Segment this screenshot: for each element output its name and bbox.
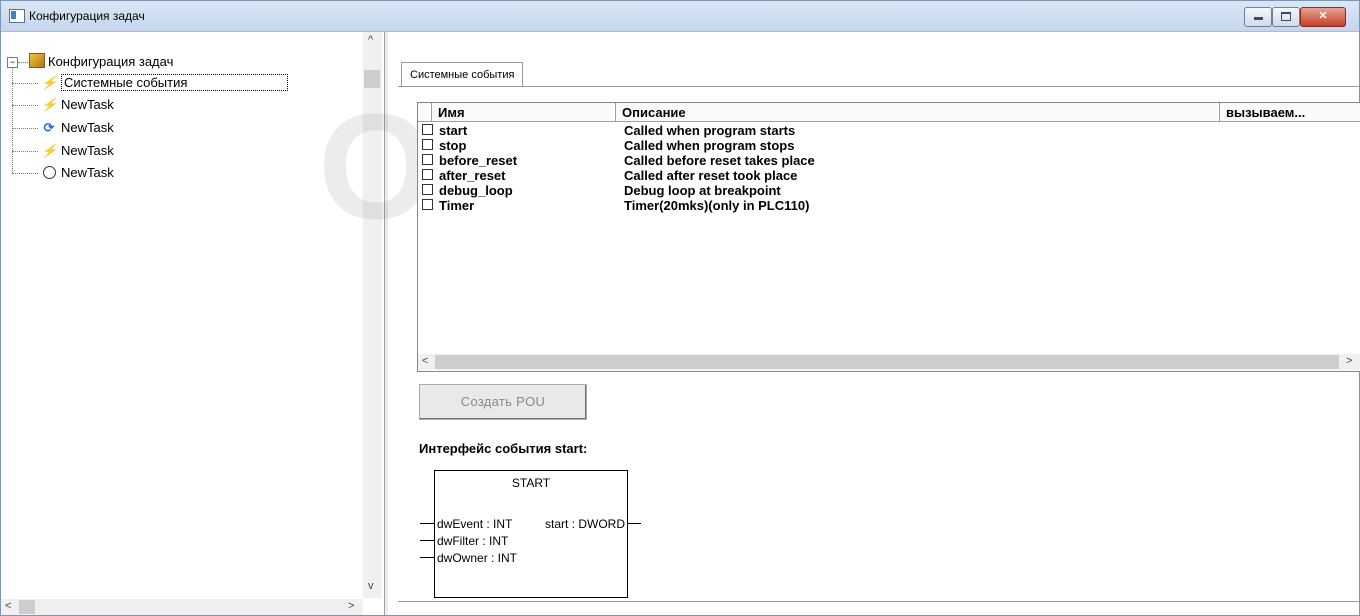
event-checkbox[interactable]	[422, 184, 433, 195]
column-name[interactable]: Имя	[432, 103, 616, 122]
lightning-icon: ⚡	[41, 143, 58, 158]
collapse-icon[interactable]: −	[7, 57, 18, 68]
scroll-left-icon[interactable]: <	[422, 355, 428, 367]
scroll-thumb[interactable]	[19, 600, 35, 614]
tree-horizontal-scrollbar[interactable]: < >	[1, 599, 363, 615]
close-icon: ✕	[1318, 10, 1328, 22]
event-description: Debug loop at breakpoint	[624, 183, 781, 198]
column-called[interactable]: вызываем...	[1220, 103, 1360, 122]
input-pin: dwFilter : INT	[437, 534, 509, 548]
scroll-left-icon[interactable]: <	[5, 600, 11, 612]
events-list[interactable]: Имя Описание вызываем... start Called wh…	[417, 102, 1360, 372]
tree-item-label: NewTask	[61, 120, 114, 135]
event-description: Timer(20mks)(only in PLC110)	[624, 198, 810, 213]
lightning-icon: ⚡	[41, 97, 58, 112]
clock-icon	[41, 163, 57, 183]
system-events-panel: OLIDA Системные события Имя Описание выз…	[318, 32, 1360, 615]
output-wire	[627, 523, 641, 524]
input-pin: dwEvent : INT	[437, 517, 513, 531]
title-bar[interactable]: Конфигурация задач ✕	[1, 1, 1359, 32]
event-checkbox[interactable]	[422, 154, 433, 165]
tree-item-system-events[interactable]: ⚡ Системные события	[41, 73, 289, 93]
function-block: START dwEvent : INT start : DWORD dwFilt…	[434, 470, 628, 598]
list-item[interactable]: before_reset	[422, 153, 517, 168]
task-config-icon	[29, 53, 45, 68]
list-horizontal-scrollbar[interactable]: < >	[418, 354, 1360, 370]
input-wire	[420, 540, 434, 541]
tree-item-label: NewTask	[61, 143, 114, 158]
cyclic-icon: ⟳	[43, 120, 55, 135]
window-icon	[9, 9, 25, 23]
tab-system-events[interactable]: Системные события	[401, 62, 524, 87]
lightning-icon: ⚡	[41, 75, 58, 90]
tree-item-newtask-2[interactable]: ⟳ NewTask	[41, 118, 114, 138]
event-name: Timer	[439, 198, 475, 213]
output-pin: start : DWORD	[545, 517, 625, 531]
scroll-right-icon[interactable]: >	[348, 600, 354, 612]
list-item[interactable]: after_reset	[422, 168, 506, 183]
scroll-thumb[interactable]	[364, 70, 380, 88]
event-name: debug_loop	[439, 183, 513, 198]
task-tree-panel: OLIDA − Конфигурация задач ⚡Системные со…	[1, 32, 384, 615]
event-description: Called after reset took place	[624, 168, 798, 183]
function-block-name: START	[511, 476, 551, 490]
tree-root[interactable]: Конфигурация задач	[29, 52, 173, 72]
scroll-right-icon[interactable]: >	[1346, 355, 1352, 367]
tree-vertical-scrollbar[interactable]: ^ v	[363, 32, 382, 598]
event-name: start	[439, 123, 468, 138]
event-checkbox[interactable]	[422, 169, 433, 180]
list-item[interactable]: debug_loop	[422, 183, 513, 198]
task-configuration-window: Конфигурация задач ✕ OLIDA − Конфигураци…	[0, 0, 1360, 616]
create-pou-button[interactable]: Создать POU	[419, 384, 587, 420]
tree-item-label: NewTask	[61, 97, 114, 112]
minimize-button[interactable]	[1244, 7, 1272, 27]
event-name: stop	[439, 138, 467, 153]
window-title: Конфигурация задач	[29, 9, 145, 23]
scroll-thumb[interactable]	[435, 355, 1339, 369]
event-name: after_reset	[439, 168, 506, 183]
event-description: Called before reset takes place	[624, 153, 815, 168]
list-item[interactable]: stop	[422, 138, 466, 153]
event-description: Called when program stops	[624, 138, 795, 153]
tree-item-label: NewTask	[61, 165, 114, 180]
event-checkbox[interactable]	[422, 124, 433, 135]
tree-item-newtask-4[interactable]: NewTask	[41, 163, 114, 183]
tree-item-newtask-3[interactable]: ⚡ NewTask	[41, 141, 114, 161]
event-checkbox[interactable]	[422, 139, 433, 150]
event-interface-label: Интерфейс события start:	[419, 441, 588, 456]
tree-root-label: Конфигурация задач	[48, 54, 174, 69]
scroll-up-icon[interactable]: ^	[368, 34, 373, 46]
maximize-icon	[1281, 12, 1291, 21]
event-name: before_reset	[439, 153, 518, 168]
minimize-icon	[1253, 17, 1263, 20]
column-checkbox	[418, 103, 432, 122]
event-description: Called when program starts	[624, 123, 796, 138]
scroll-down-icon[interactable]: v	[368, 580, 374, 592]
input-pin: dwOwner : INT	[437, 551, 518, 565]
column-description[interactable]: Описание	[616, 103, 1220, 122]
list-item[interactable]: start	[422, 123, 467, 138]
input-wire	[420, 557, 434, 558]
tree-item-newtask-1[interactable]: ⚡ NewTask	[41, 95, 114, 115]
close-button[interactable]: ✕	[1300, 7, 1346, 27]
event-checkbox[interactable]	[422, 199, 433, 210]
tree-item-label: Системные события	[61, 74, 289, 91]
input-wire	[420, 523, 434, 524]
list-item[interactable]: Timer	[422, 198, 474, 213]
maximize-button[interactable]	[1272, 7, 1300, 27]
